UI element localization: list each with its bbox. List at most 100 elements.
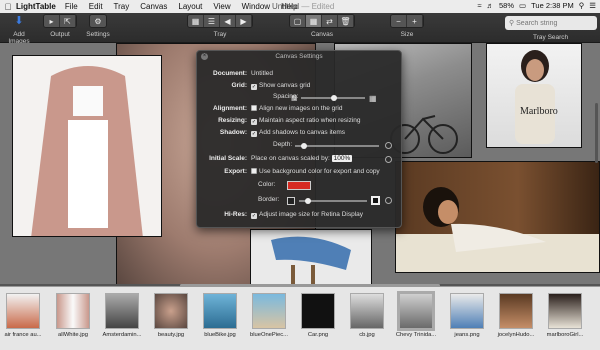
canvas-trash-icon[interactable]: 🗑 bbox=[338, 15, 354, 27]
menu-list-icon[interactable]: ☰ bbox=[589, 1, 596, 10]
search-icon: ⚲ bbox=[509, 20, 515, 27]
thumbnail-image bbox=[397, 291, 435, 331]
marlboro-illustration: Marlboro bbox=[515, 50, 558, 144]
canvas-photo-jocelyn[interactable] bbox=[395, 161, 600, 273]
battery-percent[interactable]: 58% bbox=[499, 1, 514, 10]
canvas-arrange-icon[interactable]: ▦ bbox=[306, 15, 322, 27]
tray-thumbnail[interactable]: allWhite.jpg bbox=[52, 293, 94, 350]
row-hires: Hi-Res: ✓ Adjust image size for Retina Di… bbox=[224, 211, 364, 219]
tray-thumbnail[interactable]: marlboroGirl... bbox=[544, 293, 586, 350]
row-alignment: Alignment: Align new images on the grid bbox=[213, 105, 343, 112]
row-depth: Depth: bbox=[197, 141, 403, 151]
tray-search-field[interactable]: ⚲ bbox=[505, 16, 597, 30]
tray-thumbnail[interactable]: Car.png bbox=[297, 293, 339, 350]
tray-thumbnail[interactable]: air france au... bbox=[2, 293, 44, 350]
border-slider[interactable] bbox=[299, 198, 367, 204]
tray-control: ▦ ☰ ◀ ▶ Tray bbox=[182, 14, 258, 38]
spacing-slider[interactable] bbox=[301, 95, 365, 101]
tray-right-icon[interactable]: ▶ bbox=[236, 15, 252, 27]
thumbnail-image bbox=[548, 293, 582, 329]
tray-thumbnail[interactable]: Amsterdamin... bbox=[101, 293, 143, 350]
canvas-select-icon[interactable]: ▢ bbox=[290, 15, 306, 27]
tray-grid-icon[interactable]: ▦ bbox=[188, 15, 204, 27]
tray-thumbnail[interactable]: cb.jpg bbox=[346, 293, 388, 350]
border-max-icon bbox=[371, 196, 380, 205]
canvas-vertical-scrollbar[interactable] bbox=[595, 103, 598, 163]
align-grid-checkbox[interactable] bbox=[251, 105, 257, 111]
wifi-icon[interactable]: ≈ bbox=[477, 1, 481, 10]
size-decrease-icon[interactable]: − bbox=[391, 15, 407, 27]
tray-search-input[interactable] bbox=[516, 19, 595, 27]
output-export-icon[interactable]: ⇱ bbox=[60, 15, 76, 27]
volume-icon[interactable]: ♬ bbox=[486, 1, 494, 10]
jeans-illustration bbox=[271, 236, 351, 285]
scale-stepper[interactable]: 100% bbox=[331, 155, 353, 162]
menu-window[interactable]: Window bbox=[242, 2, 270, 11]
menu-bar:  LightTable File Edit Tray Canvas Layou… bbox=[0, 0, 600, 13]
menu-layout[interactable]: Layout bbox=[178, 2, 202, 11]
thumbnail-image bbox=[56, 293, 90, 329]
adjust-retina-checkbox[interactable]: ✓ bbox=[251, 213, 257, 219]
settings-icon: ⚙ bbox=[89, 14, 107, 28]
thumbnail-image bbox=[301, 293, 335, 329]
menu-app-name[interactable]: LightTable bbox=[16, 2, 56, 11]
canvas-photo-allwhite[interactable] bbox=[12, 55, 162, 237]
canvas-photo-marlboro[interactable]: Marlboro bbox=[486, 43, 582, 148]
tray-left-icon[interactable]: ◀ bbox=[220, 15, 236, 27]
maintain-aspect-checkbox[interactable]: ✓ bbox=[251, 119, 257, 125]
spotlight-icon[interactable]: ⚲ bbox=[579, 1, 585, 10]
tray-thumbnail[interactable]: blueBike.jpg bbox=[199, 293, 241, 350]
border-reset-icon[interactable] bbox=[385, 197, 392, 204]
color-swatch[interactable] bbox=[287, 181, 311, 190]
settings-button[interactable]: ⚙ Settings bbox=[86, 14, 110, 38]
apple-icon[interactable]:  bbox=[0, 2, 16, 12]
scale-reset-icon[interactable] bbox=[385, 156, 392, 163]
menu-edit[interactable]: Edit bbox=[89, 2, 103, 11]
row-grid: Grid: ✓ Show canvas grid bbox=[231, 82, 311, 90]
add-shadows-checkbox[interactable]: ✓ bbox=[251, 131, 257, 137]
thumbnail-image bbox=[6, 293, 40, 329]
tray-thumbnail[interactable]: jeans.png bbox=[446, 293, 488, 350]
use-bg-checkbox[interactable] bbox=[251, 168, 257, 174]
row-border: Border: bbox=[197, 196, 403, 206]
tray-thumbnail[interactable]: beauty.jpg bbox=[150, 293, 192, 350]
svg-text:Marlboro: Marlboro bbox=[520, 106, 558, 117]
canvas-fit-icon[interactable]: ⇄ bbox=[322, 15, 338, 27]
output-control: ▸ ⇱ Output bbox=[38, 14, 82, 38]
canvas-settings-dialog: × Canvas Settings Document: Untitled Gri… bbox=[196, 50, 402, 228]
row-spacing: Spacing: ▦ ▦ bbox=[273, 93, 377, 103]
canvas-photo-jeans[interactable] bbox=[250, 229, 372, 286]
tray-search-label: Tray Search bbox=[533, 34, 569, 41]
canvas-control: ▢ ▦ ⇄ 🗑 Canvas bbox=[282, 14, 362, 38]
border-min-icon bbox=[287, 197, 295, 205]
row-initial-scale: Initial Scale: Place on canvas scaled by… bbox=[197, 155, 403, 165]
jocelyn-illustration bbox=[396, 187, 599, 272]
depth-slider[interactable] bbox=[295, 143, 379, 149]
close-icon[interactable]: × bbox=[201, 53, 208, 60]
clock[interactable]: Tue 2:38 PM bbox=[531, 1, 574, 10]
status-area: ≈ ♬ 58% ▭ Tue 2:38 PM ⚲ ☰ bbox=[477, 1, 596, 10]
add-images-button[interactable]: ⬇ Add Images bbox=[4, 14, 34, 45]
size-increase-icon[interactable]: + bbox=[407, 15, 423, 27]
menu-file[interactable]: File bbox=[65, 2, 78, 11]
tray-list-icon[interactable]: ☰ bbox=[204, 15, 220, 27]
tray-thumbnail-selected[interactable]: Chevy Trinida... bbox=[395, 291, 437, 350]
menu-canvas[interactable]: Canvas bbox=[140, 2, 167, 11]
allwhite-illustration bbox=[31, 66, 143, 236]
battery-icon[interactable]: ▭ bbox=[519, 1, 526, 10]
menu-view[interactable]: View bbox=[213, 2, 230, 11]
dialog-title: Canvas Settings bbox=[275, 53, 323, 60]
thumbnail-image bbox=[203, 293, 237, 329]
row-document: Document: Untitled bbox=[213, 70, 274, 77]
add-images-icon: ⬇ bbox=[14, 15, 24, 27]
menu-tray[interactable]: Tray bbox=[114, 2, 130, 11]
row-export: Export: Use background color for export … bbox=[224, 168, 380, 175]
show-grid-checkbox[interactable]: ✓ bbox=[251, 84, 257, 90]
depth-reset-icon[interactable] bbox=[385, 142, 392, 149]
large-grid-icon: ▦ bbox=[369, 94, 377, 103]
output-play-icon[interactable]: ▸ bbox=[44, 15, 60, 27]
thumbnail-image bbox=[350, 293, 384, 329]
tray-thumbnail[interactable]: blueOnePiec... bbox=[248, 293, 290, 350]
small-grid-icon: ▦ bbox=[291, 95, 298, 102]
tray-thumbnail[interactable]: jocelynHudo... bbox=[495, 293, 537, 350]
